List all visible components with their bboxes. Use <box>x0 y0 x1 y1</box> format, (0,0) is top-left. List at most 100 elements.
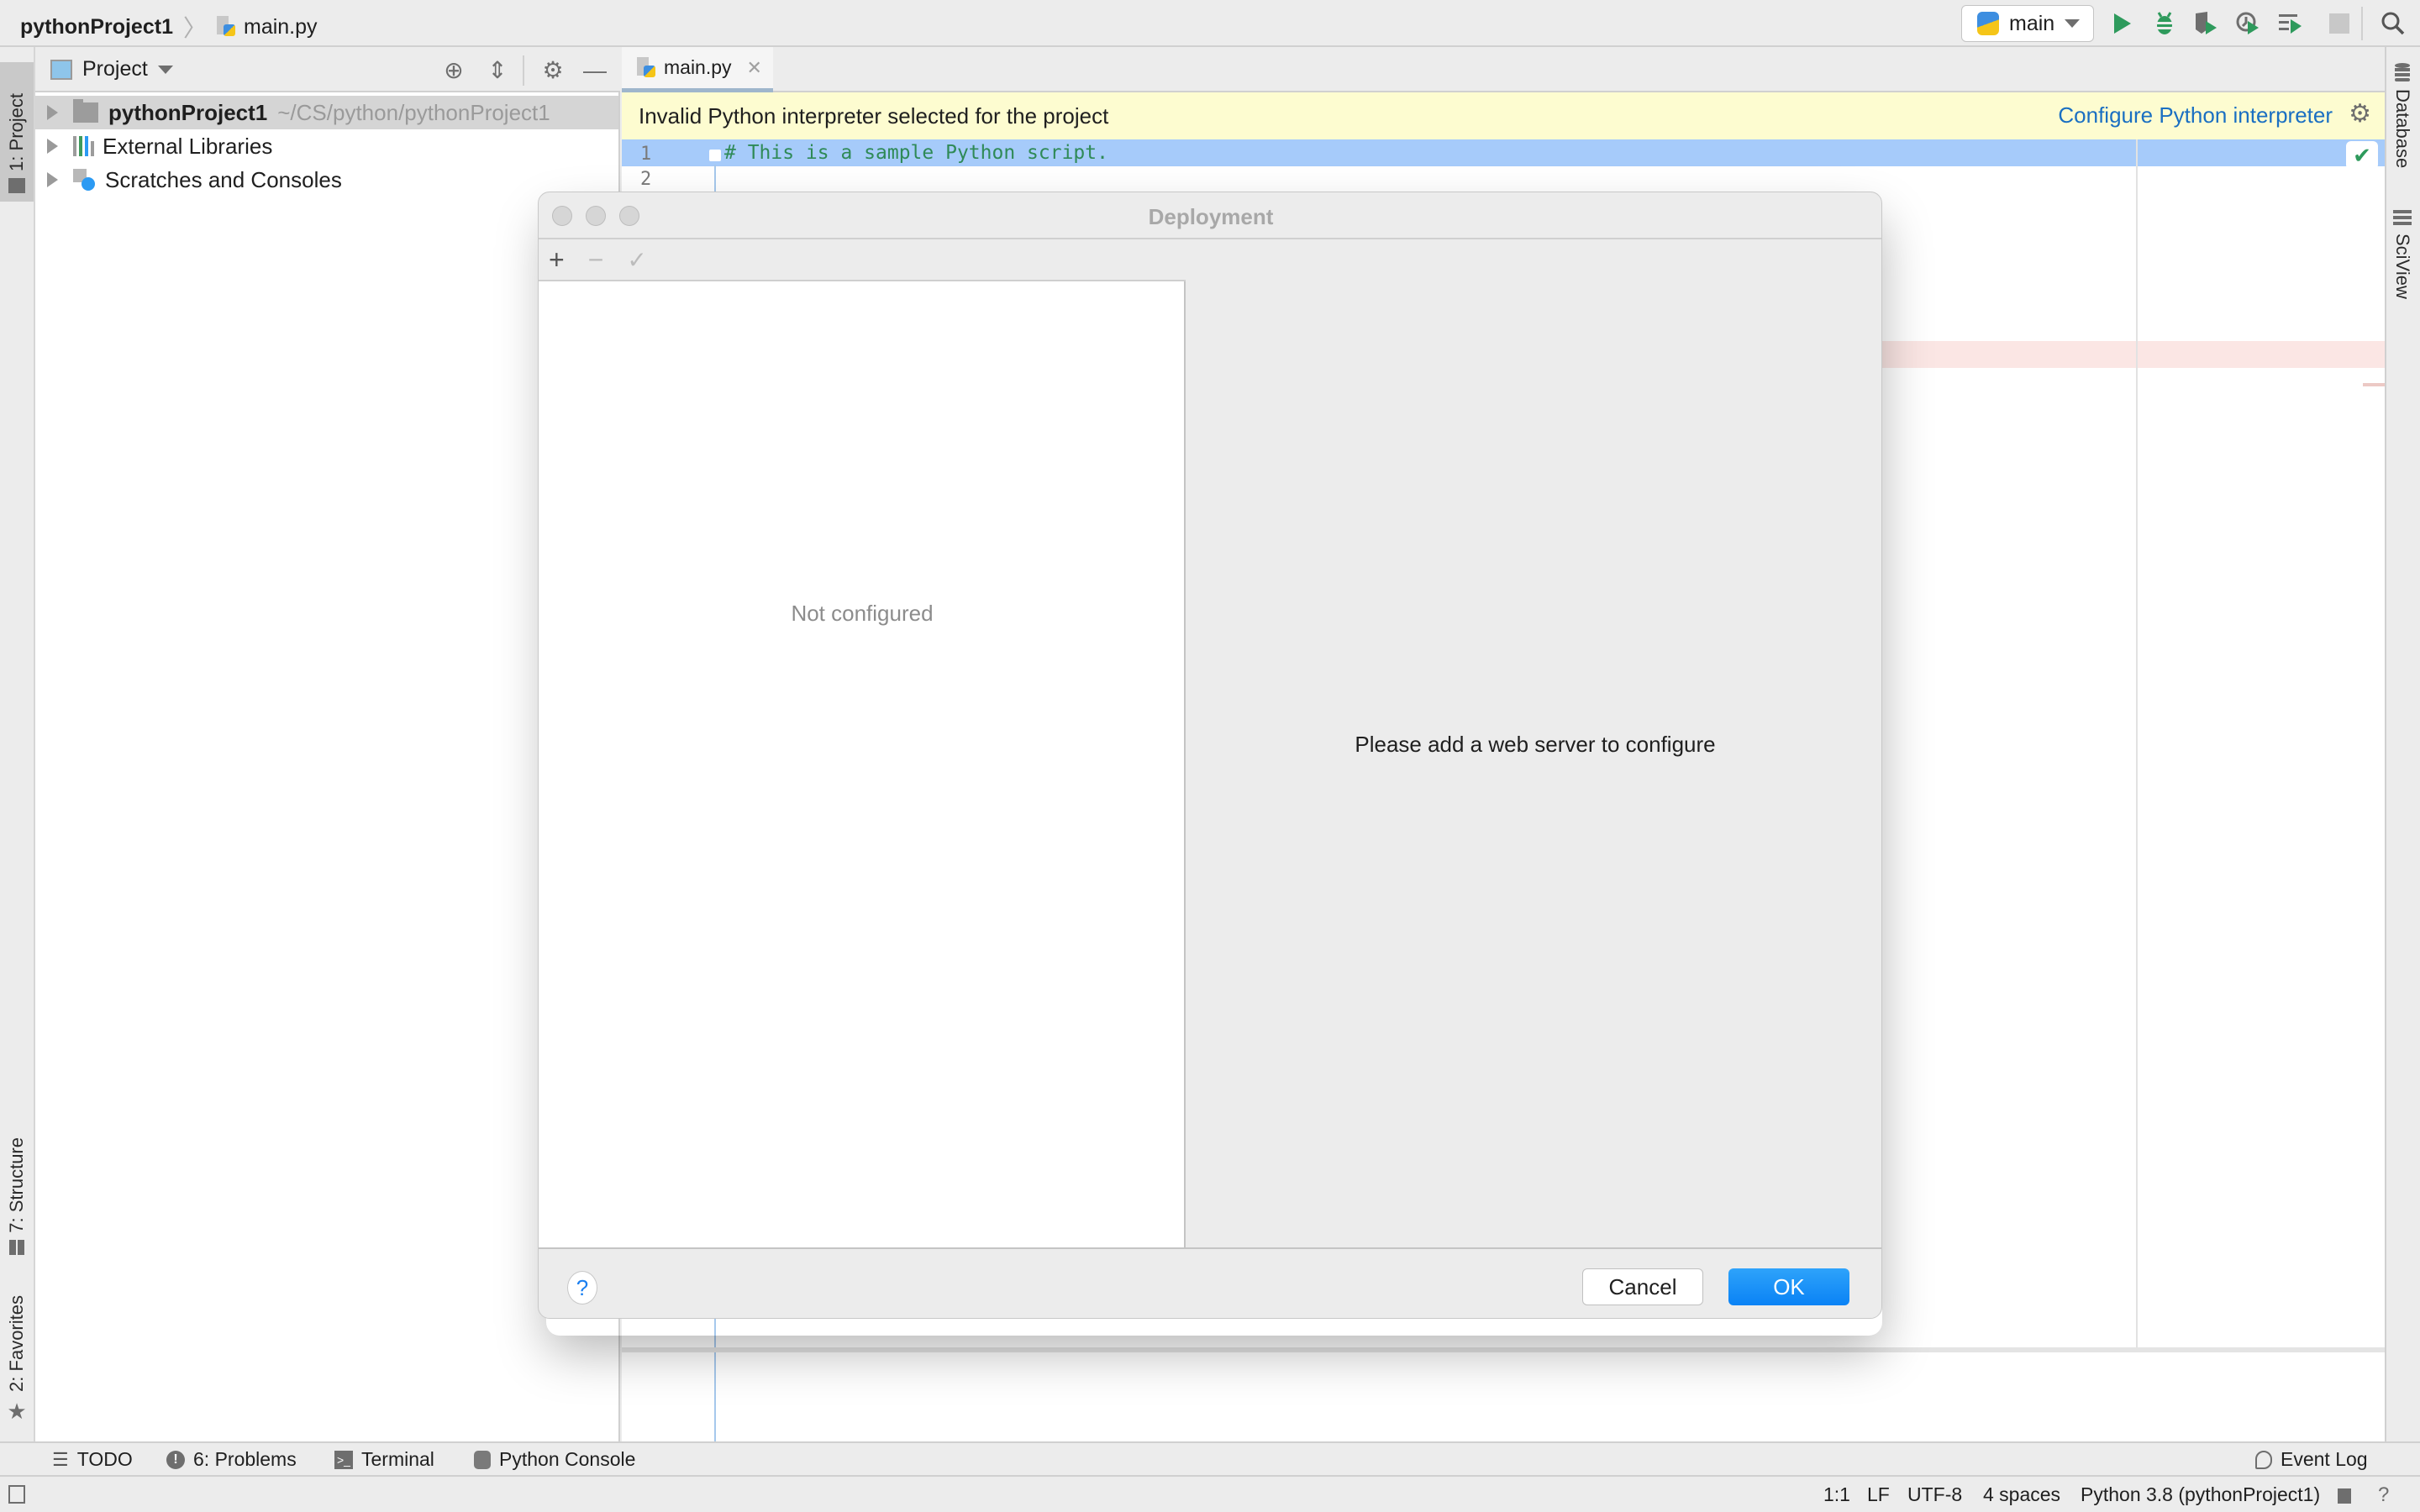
database-icon <box>2395 63 2410 81</box>
tool-tab-database[interactable]: Database <box>2391 62 2413 168</box>
inspection-status-icon[interactable]: ✔ <box>2346 141 2378 170</box>
event-log-button[interactable]: Event Log <box>2255 1448 2368 1471</box>
gear-icon: ⚙ <box>542 57 564 83</box>
stop-button[interactable] <box>2329 13 2349 34</box>
terminal-icon: >_ <box>334 1450 353 1469</box>
status-caret-position[interactable]: 1:1 <box>1823 1483 1850 1506</box>
remove-server-button[interactable]: − <box>588 244 604 276</box>
crosshair-icon: ⊕ <box>444 57 464 83</box>
tool-tab-structure[interactable]: 7: Structure <box>0 1121 34 1255</box>
project-window-icon <box>50 59 72 80</box>
banner-message: Invalid Python interpreter selected for … <box>639 102 1109 129</box>
dialog-title-bar[interactable]: Deployment <box>539 192 1881 239</box>
editor-tab-label: main.py <box>664 56 732 78</box>
library-icon <box>73 136 94 156</box>
tool-tab-problems[interactable]: ! 6: Problems <box>166 1448 297 1471</box>
play-icon <box>2114 13 2131 34</box>
scratch-icon <box>73 169 95 191</box>
tree-item-project-root[interactable]: pythonProject1 ~/CS/python/pythonProject… <box>35 96 618 129</box>
collapse-all-button[interactable]: ⇕ <box>482 55 513 86</box>
use-as-default-button[interactable]: ✓ <box>627 246 646 274</box>
project-panel-title: Project <box>82 57 148 81</box>
toolbar-separator <box>2361 7 2363 40</box>
editor-tab-main-py[interactable]: main.py ✕ <box>622 47 773 92</box>
star-icon: ★ <box>7 1399 27 1424</box>
deployment-dialog: Deployment + − ✓ Not configured Please a… <box>538 192 1882 1319</box>
tool-tab-label: Terminal <box>361 1448 434 1470</box>
help-button[interactable]: ? <box>567 1271 597 1305</box>
status-encoding[interactable]: UTF-8 <box>1907 1483 1962 1506</box>
tool-tab-terminal[interactable]: >_ Terminal <box>334 1448 434 1471</box>
warning-icon: ! <box>166 1450 185 1469</box>
right-margin-guide <box>2136 139 2138 1349</box>
debug-button[interactable] <box>2149 8 2180 39</box>
list-icon: ☰ <box>52 1448 69 1470</box>
server-list[interactable]: Not configured <box>539 281 1186 1247</box>
status-bar: 1:1 LF UTF-8 4 spaces Python 3.8 (python… <box>0 1477 2420 1512</box>
breadcrumb: pythonProject1 〉 main.py <box>20 10 318 44</box>
run-configuration-select[interactable]: main <box>1961 5 2094 42</box>
server-detail-panel: Please add a web server to configure <box>1187 239 1881 1247</box>
python-file-icon <box>637 56 655 79</box>
line-number: 1 <box>640 144 652 165</box>
tool-tab-label: Python Console <box>499 1448 636 1470</box>
expand-arrow-icon[interactable] <box>47 139 58 154</box>
close-icon[interactable]: ✕ <box>747 57 762 79</box>
breadcrumb-file[interactable]: main.py <box>244 15 318 39</box>
folder-icon <box>8 178 25 193</box>
error-stripe-mark[interactable] <box>2363 383 2385 386</box>
status-line-separator[interactable]: LF <box>1867 1483 1890 1506</box>
profile-button[interactable] <box>2233 8 2264 39</box>
tree-item-label: External Libraries <box>103 133 273 159</box>
server-list-empty-text: Not configured <box>791 601 934 626</box>
expand-arrow-icon[interactable] <box>47 172 58 187</box>
help-settings-icon[interactable]: ? <box>2378 1483 2389 1507</box>
search-button[interactable] <box>2378 8 2408 39</box>
tool-tab-project-label: 1: Project <box>6 93 27 171</box>
structure-icon <box>9 1240 24 1255</box>
tool-tab-todo[interactable]: ☰ TODO <box>52 1448 133 1471</box>
tool-tab-favorites[interactable]: 2: Favorites ★ <box>0 1282 34 1425</box>
minimize-icon: — <box>583 57 607 83</box>
lock-icon[interactable] <box>2338 1488 2351 1504</box>
ok-button[interactable]: OK <box>1728 1268 1849 1305</box>
status-interpreter[interactable]: Python 3.8 (pythonProject1) <box>2081 1483 2320 1506</box>
tool-tab-favorites-label: 2: Favorites <box>6 1295 27 1392</box>
run-button[interactable] <box>2107 8 2138 39</box>
python-icon <box>474 1450 491 1469</box>
expand-arrow-icon[interactable] <box>47 105 58 120</box>
tool-tab-project[interactable]: 1: Project <box>0 62 34 202</box>
tool-tab-python-console[interactable]: Python Console <box>474 1448 635 1471</box>
fold-marker-icon[interactable] <box>709 150 721 161</box>
tree-item-external-libraries[interactable]: External Libraries <box>35 129 618 163</box>
event-log-label: Event Log <box>2281 1448 2368 1470</box>
shield-run-icon <box>2196 12 2217 34</box>
list-run-icon <box>2279 14 2302 34</box>
add-server-button[interactable]: + <box>549 244 565 276</box>
toggle-tool-windows-icon[interactable] <box>8 1485 25 1504</box>
code-line[interactable]: # This is a sample Python script. <box>724 142 1108 164</box>
cancel-button[interactable]: Cancel <box>1582 1268 1703 1305</box>
tool-tab-label: TODO <box>76 1448 133 1470</box>
run-with-coverage-button[interactable] <box>2191 8 2222 39</box>
tree-item-path: ~/CS/python/pythonProject1 <box>277 99 550 125</box>
bug-icon <box>2156 12 2173 34</box>
hide-panel-button[interactable]: — <box>580 55 610 86</box>
locate-file-button[interactable]: ⊕ <box>439 55 469 86</box>
editor-bottom-divider <box>622 1347 2385 1352</box>
editor-tab-bar: main.py ✕ <box>622 47 2385 92</box>
concurrency-button[interactable] <box>2275 8 2306 39</box>
gear-icon[interactable]: ⚙ <box>2349 99 2371 129</box>
configure-interpreter-link[interactable]: Configure Python interpreter <box>2058 102 2333 129</box>
tool-tab-sciview[interactable]: SciView <box>2391 210 2413 299</box>
project-view-select[interactable]: Project <box>50 57 173 81</box>
server-list-toolbar: + − ✓ <box>539 239 1186 281</box>
panel-settings-button[interactable]: ⚙ <box>538 55 568 86</box>
status-indent[interactable]: 4 spaces <box>1983 1483 2060 1506</box>
collapse-icon: ⇕ <box>487 57 508 83</box>
line-number: 2 <box>640 169 652 190</box>
tree-item-scratches[interactable]: Scratches and Consoles <box>35 163 618 197</box>
breadcrumb-project[interactable]: pythonProject1 <box>20 15 173 39</box>
project-panel: Project ⊕ ⇕ ⚙ — pythonProject1 ~/CS/pyth… <box>35 47 620 1441</box>
breadcrumb-separator: 〉 <box>182 15 207 41</box>
